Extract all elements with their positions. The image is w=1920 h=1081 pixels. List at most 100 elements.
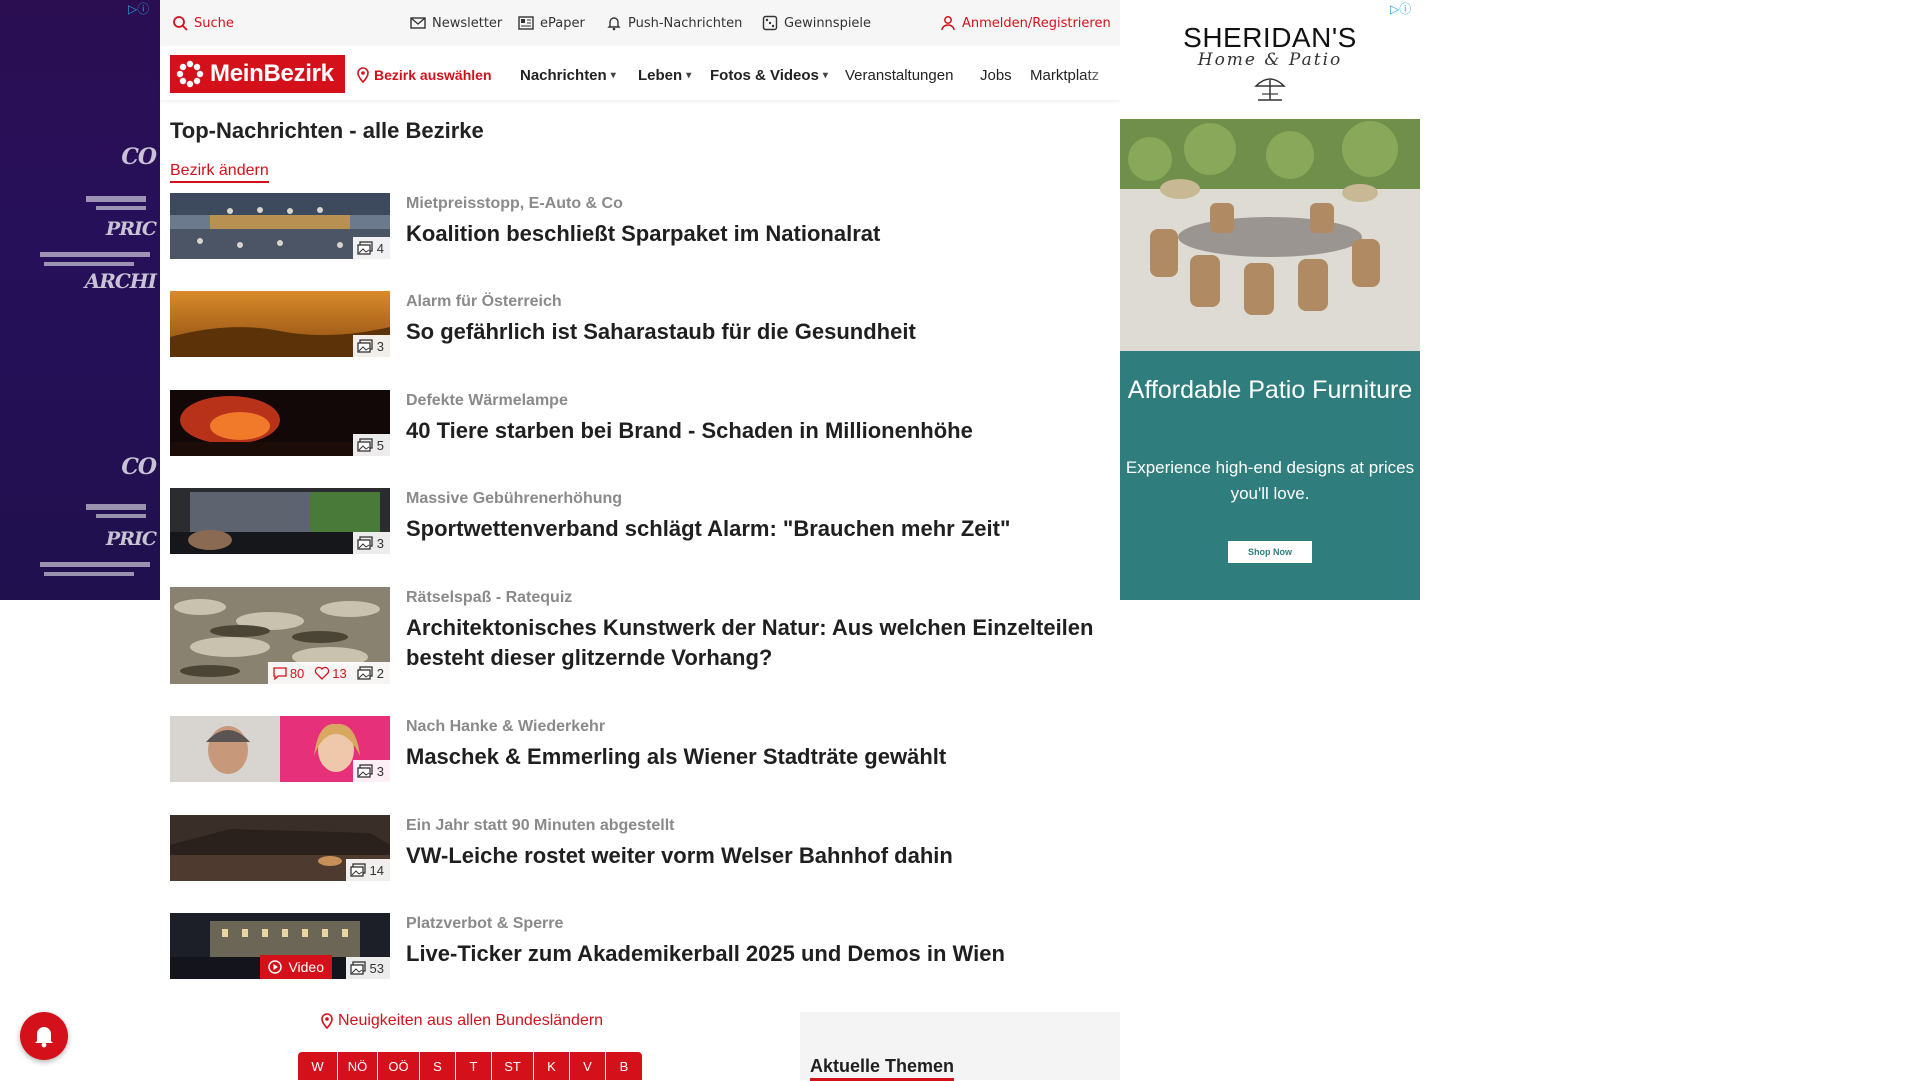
main-column: Suche Newsletter ePaper Push-Nachrichten… (160, 0, 1120, 1081)
comment-count[interactable]: 80 (272, 666, 304, 681)
chevron-down-icon: ▾ (822, 70, 828, 81)
newspaper-icon (518, 16, 534, 30)
chevron-down-icon: ▾ (686, 70, 692, 81)
logo-flower-icon (176, 60, 204, 88)
article-meta: 80 13 2 (267, 662, 390, 684)
article-headline[interactable]: 40 Tiere starben bei Brand - Schaden in … (406, 416, 1106, 446)
state-button-w[interactable]: W (298, 1052, 338, 1080)
article-thumbnail[interactable]: 14 (170, 815, 390, 881)
topics-box: Aktuelle Themen (800, 1012, 1120, 1081)
nav-item-fotos-videos[interactable]: Fotos & Videos ▾ (710, 67, 828, 84)
nav-item-marktplatz[interactable]: Marktplatz (1030, 67, 1120, 84)
ad-body: Experience high-end designs at prices yo… (1125, 458, 1415, 503)
nav-item-jobs[interactable]: Jobs (980, 67, 1012, 84)
dice-icon (762, 15, 778, 31)
state-button-v[interactable]: V (570, 1052, 606, 1080)
article-item[interactable]: 5 Defekte Wärmelampe 40 Tiere starben be… (170, 390, 1100, 456)
notification-bell-button[interactable] (20, 1012, 68, 1060)
adchoices-icon[interactable]: ▷ⓘ (1390, 0, 1418, 16)
ad-headline: Affordable Patio Furniture (1127, 376, 1413, 404)
district-select[interactable]: Bezirk auswählen (356, 67, 492, 83)
article-thumbnail[interactable]: Video 53 (170, 913, 390, 979)
article-headline[interactable]: VW-Leiche rostet weiter vorm Welser Bahn… (406, 841, 1106, 871)
image-count: 53 (369, 960, 384, 976)
article-kicker: Defekte Wärmelampe (406, 392, 568, 409)
image-count: 14 (369, 862, 384, 878)
games-label: Gewinnspiele (784, 15, 872, 31)
login-link[interactable]: Anmelden/Registrieren (940, 15, 1111, 31)
article-item[interactable]: 80 13 2 Rätselspaß - Ratequiz Architekto… (170, 587, 1100, 685)
nav-label: Nachrichten (520, 67, 607, 84)
article-thumbnail[interactable]: 5 (170, 390, 390, 456)
article-headline[interactable]: Maschek & Emmerling als Wiener Stadträte… (406, 742, 1106, 772)
search-label: Suche (194, 15, 234, 31)
article-item[interactable]: 3 Alarm für Österreich So gefährlich ist… (170, 291, 1100, 357)
image-count: 4 (376, 240, 384, 256)
chevron-down-icon: ▾ (610, 70, 616, 81)
epaper-link[interactable]: ePaper (518, 15, 585, 31)
article-thumbnail[interactable]: 4 (170, 193, 390, 259)
article-thumbnail[interactable]: 3 (170, 488, 390, 554)
states-heading-text: Neuigkeiten aus allen Bundesländern (338, 1012, 604, 1029)
epaper-label: ePaper (540, 15, 585, 31)
patio-umbrella-icon (1254, 78, 1286, 101)
article-kicker: Nach Hanke & Wiederkehr (406, 718, 606, 735)
bell-icon (35, 1027, 53, 1048)
image-count: 3 (376, 763, 384, 779)
topics-heading: Aktuelle Themen (810, 1056, 955, 1081)
state-button-t[interactable]: T (456, 1052, 492, 1080)
ad-subbrand: Home & Patio (1197, 50, 1343, 70)
state-button-st[interactable]: ST (492, 1052, 534, 1080)
article-headline[interactable]: Architektonisches Kunstwerk der Natur: A… (406, 613, 1106, 673)
site-logo[interactable]: MeinBezirk (170, 55, 345, 93)
gallery-icon (357, 764, 373, 778)
article-headline[interactable]: So gefährlich ist Saharastaub für die Ge… (406, 317, 1106, 347)
video-label: Video (288, 959, 324, 975)
article-item[interactable]: Video 53 Platzverbot & Sperre Live-Ticke… (170, 913, 1100, 979)
article-item[interactable]: 3 Nach Hanke & Wiederkehr Maschek & Emme… (170, 716, 1100, 782)
state-button-s[interactable]: S (420, 1052, 456, 1080)
article-headline[interactable]: Koalition beschließt Sparpaket im Nation… (406, 219, 1106, 249)
push-link[interactable]: Push-Nachrichten (606, 15, 742, 31)
article-meta: 3 (352, 532, 390, 554)
state-button-k[interactable]: K (534, 1052, 570, 1080)
article-kicker: Rätselspaß - Ratequiz (406, 589, 573, 606)
comment-icon (273, 667, 287, 680)
state-button-b[interactable]: B (606, 1052, 642, 1080)
article-thumbnail[interactable]: 80 13 2 (170, 587, 390, 684)
state-button-ooe[interactable]: OÖ (378, 1052, 420, 1080)
comment-count-value: 80 (289, 665, 305, 681)
article-item[interactable]: 14 Ein Jahr statt 90 Minuten abgestellt … (170, 815, 1100, 881)
like-count[interactable]: 13 (314, 666, 347, 681)
newsletter-link[interactable]: Newsletter (410, 15, 502, 31)
article-kicker: Alarm für Österreich (406, 293, 562, 310)
search-icon (173, 16, 188, 31)
games-link[interactable]: Gewinnspiele (762, 15, 871, 31)
district-label: Bezirk auswählen (374, 67, 492, 83)
article-kicker: Platzverbot & Sperre (406, 915, 564, 932)
article-headline[interactable]: Live-Ticker zum Akademikerball 2025 und … (406, 939, 1106, 969)
video-badge[interactable]: Video (260, 955, 332, 979)
newsletter-label: Newsletter (432, 15, 503, 31)
right-ad[interactable]: ▷ⓘ SHERIDAN'S Home & Patio Affordable Pa… (1120, 0, 1420, 600)
article-thumbnail[interactable]: 3 (170, 291, 390, 357)
logo-text: MeinBezirk (210, 60, 334, 87)
patio-photo (1120, 119, 1420, 351)
nav-label: Veranstaltungen (845, 67, 954, 84)
image-count: 3 (376, 535, 384, 551)
page-title: Top-Nachrichten - alle Bezirke (170, 118, 484, 143)
article-thumbnail[interactable]: 3 (170, 716, 390, 782)
change-district-link[interactable]: Bezirk ändern (170, 162, 269, 183)
search-link[interactable]: Suche (172, 15, 234, 31)
nav-item-veranstaltungen[interactable]: Veranstaltungen (845, 67, 953, 84)
left-ad-skin[interactable]: ▷ⓘ CO PRIC ARCHI CO PRIC (0, 0, 160, 600)
article-headline[interactable]: Sportwettenverband schlägt Alarm: "Brauc… (406, 514, 1106, 544)
article-item[interactable]: 3 Massive Gebührenerhöhung Sportwettenve… (170, 488, 1100, 554)
push-label: Push-Nachrichten (628, 15, 743, 31)
ad-panel: Affordable Patio Furniture Experience hi… (1120, 351, 1420, 600)
shop-now-button[interactable]: Shop Now (1228, 541, 1312, 563)
nav-item-nachrichten[interactable]: Nachrichten ▾ (520, 67, 616, 84)
state-button-noe[interactable]: NÖ (338, 1052, 378, 1080)
article-item[interactable]: 4 Mietpreisstopp, E-Auto & Co Koalition … (170, 193, 1100, 259)
nav-item-leben[interactable]: Leben ▾ (638, 67, 691, 84)
